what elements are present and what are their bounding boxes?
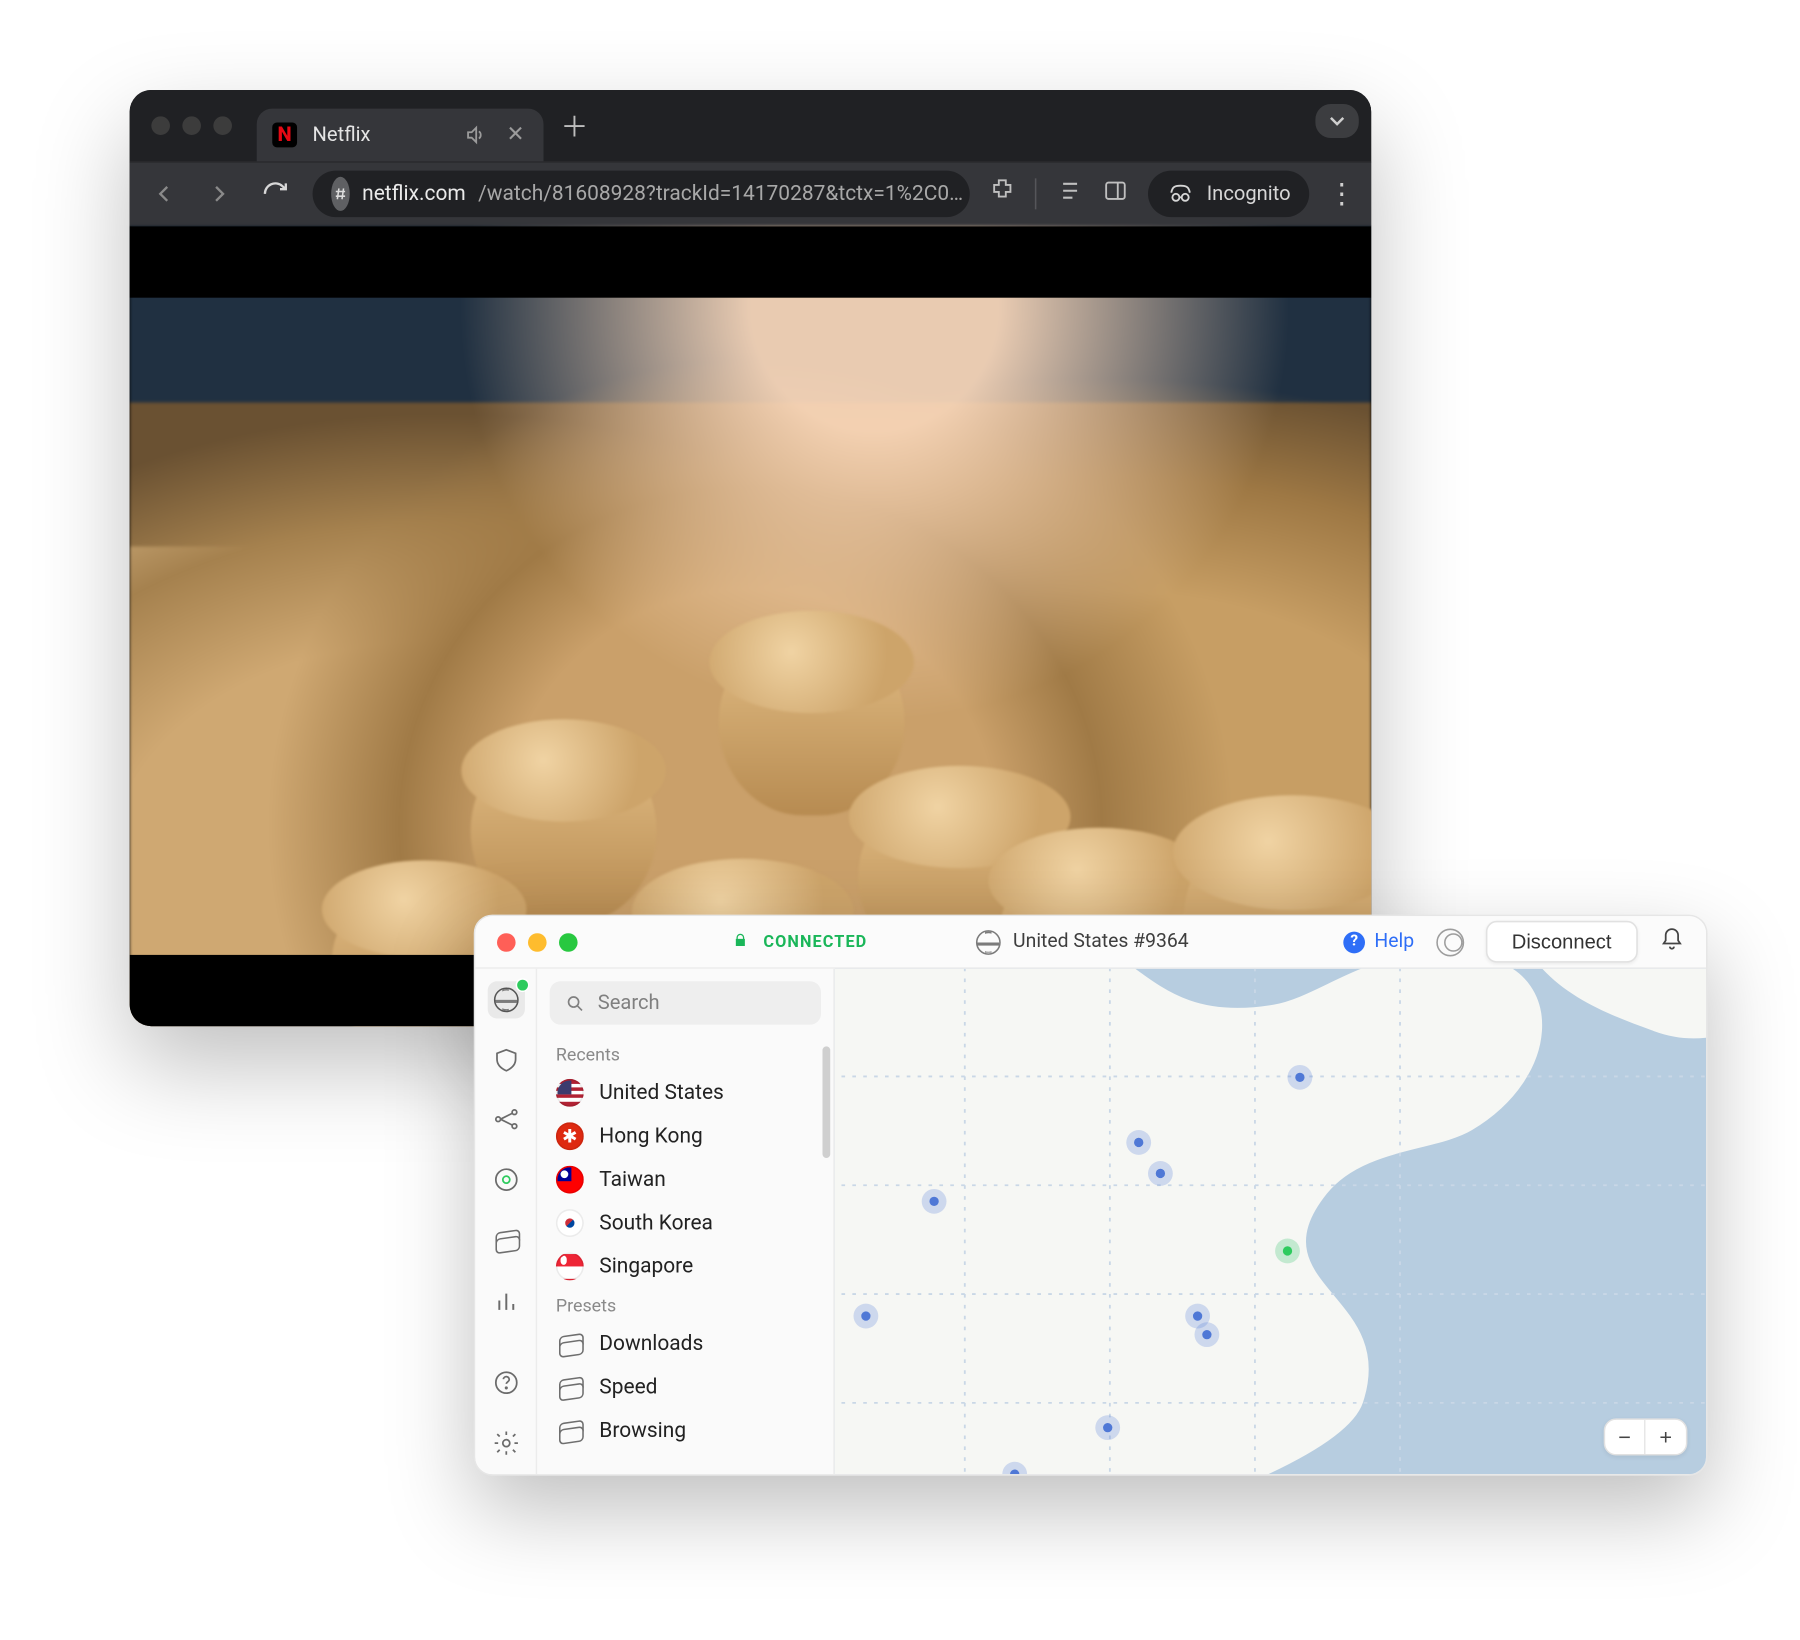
sidebar-item-meshnet[interactable] [487,1101,524,1138]
recent-label: Singapore [599,1254,693,1279]
netflix-favicon: N [272,123,297,148]
tabs-overflow-button[interactable] [1315,104,1358,138]
preset-label: Downloads [599,1332,703,1357]
browser-window: N Netflix ✕ ＋ [130,90,1372,1026]
vpn-sidebar [475,969,537,1474]
layers-icon [556,1417,584,1445]
recent-item-tw[interactable]: Taiwan [537,1158,833,1201]
sidebar-item-speed[interactable] [487,1161,524,1198]
browser-tab-netflix[interactable]: N Netflix ✕ [257,109,544,162]
map-node[interactable] [1195,1322,1220,1347]
nav-reload-button[interactable] [257,175,294,212]
recent-item-us[interactable]: United States [537,1071,833,1114]
recent-item-sg[interactable]: Singapore [537,1245,833,1288]
layers-icon [556,1373,584,1401]
recent-label: South Korea [599,1211,713,1236]
preset-item-speed[interactable]: Speed [537,1366,833,1409]
scrollbar[interactable] [823,1046,831,1158]
zoom-out-button[interactable]: − [1605,1420,1645,1454]
appearance-icon[interactable] [1436,928,1464,956]
tab-audio-icon[interactable] [463,124,488,146]
help-label: Help [1374,930,1414,953]
window-zoom-icon[interactable] [559,932,578,951]
help-icon: ? [1343,931,1365,953]
tab-strip: N Netflix ✕ ＋ [130,90,1372,161]
address-bar[interactable]: netflix.com/watch/81608928?trackId=14170… [313,171,970,218]
map-node[interactable] [1288,1065,1313,1090]
recent-item-kr[interactable]: South Korea [537,1201,833,1244]
map-node[interactable] [1095,1415,1120,1440]
sidebar-item-stats[interactable] [487,1282,524,1319]
site-info-icon[interactable] [331,177,350,211]
recent-label: Taiwan [599,1167,665,1192]
layers-icon [556,1330,584,1358]
window-close-icon[interactable] [497,932,516,951]
connection-status: CONNECTED [763,932,867,952]
incognito-label: Incognito [1207,182,1291,205]
tab-title: Netflix [313,123,371,146]
map-zoom-controls: − + [1604,1418,1688,1455]
reading-list-icon[interactable] [1055,177,1083,211]
current-location-label: United States #9364 [1013,930,1189,953]
new-tab-button[interactable]: ＋ [553,104,596,147]
section-presets-label: Presets [537,1288,833,1322]
help-link[interactable]: ? Help [1343,930,1414,953]
map-land [835,969,1706,1474]
flag-kr-icon [556,1209,584,1237]
toolbar-divider [1035,178,1037,209]
recent-item-hk[interactable]: Hong Kong [537,1115,833,1158]
recent-label: Hong Kong [599,1124,702,1149]
window-traffic-lights-inactive[interactable] [136,116,248,135]
nav-forward-button[interactable] [201,175,238,212]
sidebar-item-presets[interactable] [487,1222,524,1259]
toolbar-actions: Incognito ⋮ [988,171,1356,218]
section-recents-label: Recents [537,1037,833,1071]
preset-label: Browsing [599,1418,686,1443]
notifications-icon[interactable] [1660,926,1685,957]
flag-sg-icon [556,1253,584,1281]
extensions-icon[interactable] [988,177,1016,211]
browser-menu-icon[interactable]: ⋮ [1328,178,1356,211]
server-map[interactable]: − + [835,969,1706,1474]
vpn-window: CONNECTED United States #9364 ? Help Dis… [474,915,1708,1476]
map-node-current[interactable] [1275,1239,1300,1264]
map-node[interactable] [1126,1130,1151,1155]
video-player[interactable] [130,226,1372,1026]
url-path: /watch/81608928?trackId=14170287&tctx=1%… [478,181,963,206]
url-domain: netflix.com [362,181,466,206]
map-node[interactable] [854,1304,879,1329]
map-node[interactable] [1148,1161,1173,1186]
flag-tw-icon [556,1166,584,1194]
recent-label: United States [599,1080,724,1105]
nav-back-button[interactable] [145,175,182,212]
search-placeholder: Search [598,991,660,1014]
sidebar-item-settings[interactable] [487,1425,524,1462]
flag-hk-icon [556,1122,584,1150]
preset-label: Speed [599,1375,657,1400]
search-input[interactable]: Search [550,981,821,1024]
tab-close-icon[interactable]: ✕ [503,123,528,148]
browser-toolbar: netflix.com/watch/81608928?trackId=14170… [130,161,1372,226]
sidepanel-icon[interactable] [1101,177,1129,211]
server-panel: Search Recents United States Hong Kong T… [537,969,835,1474]
globe-icon [976,929,1001,954]
sidebar-item-servers[interactable] [487,981,524,1018]
sidebar-item-protection[interactable] [487,1041,524,1078]
window-traffic-lights[interactable] [497,932,578,951]
zoom-in-button[interactable]: + [1646,1420,1686,1454]
disconnect-button[interactable]: Disconnect [1485,921,1637,963]
map-node[interactable] [922,1189,947,1214]
flag-us-icon [556,1079,584,1107]
preset-item-downloads[interactable]: Downloads [537,1322,833,1365]
window-minimize-icon[interactable] [528,932,547,951]
current-location[interactable]: United States #9364 [976,929,1189,954]
sidebar-item-support[interactable] [487,1365,524,1402]
lock-icon [732,931,748,953]
vpn-titlebar: CONNECTED United States #9364 ? Help Dis… [475,916,1706,969]
preset-item-browsing[interactable]: Browsing [537,1409,833,1452]
incognito-chip[interactable]: Incognito [1148,171,1309,218]
